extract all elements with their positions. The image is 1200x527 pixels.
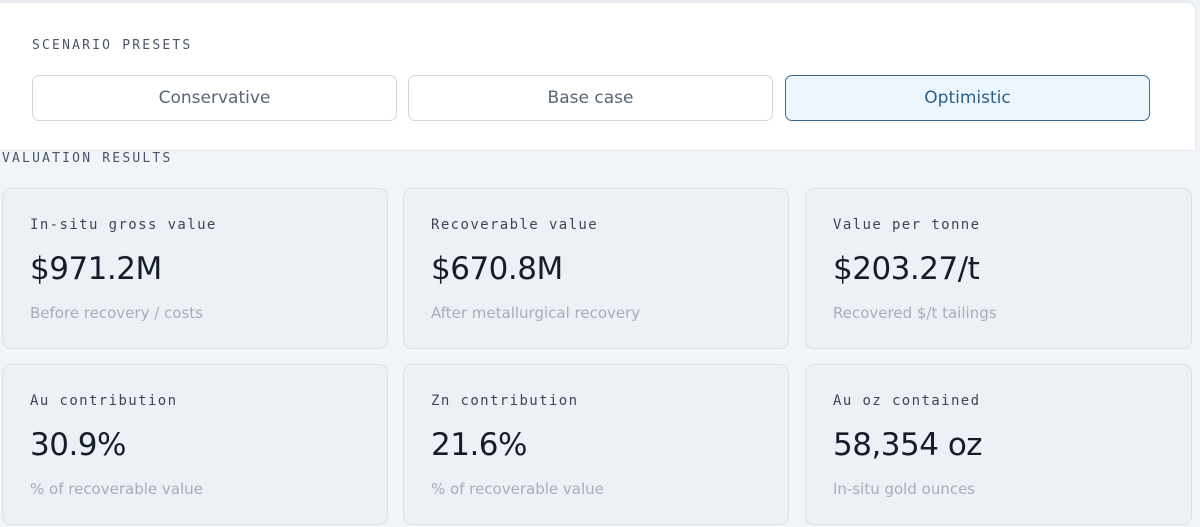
metric-value: 30.9% xyxy=(30,427,126,463)
metric-label: Recoverable value xyxy=(431,217,599,233)
metric-subtitle: % of recoverable value xyxy=(431,480,604,498)
metric-value: 58,354 oz xyxy=(833,427,983,463)
metric-value: $670.8M xyxy=(431,251,563,287)
metric-card-au-contribution: Au contribution 30.9% % of recoverable v… xyxy=(2,364,388,525)
metric-card-au-oz-contained: Au oz contained 58,354 oz In-situ gold o… xyxy=(805,364,1192,525)
metric-value: $971.2M xyxy=(30,251,162,287)
metric-label: Value per tonne xyxy=(833,217,981,233)
metric-subtitle: After metallurgical recovery xyxy=(431,304,641,322)
metric-subtitle: In-situ gold ounces xyxy=(833,480,976,498)
metric-label: Au oz contained xyxy=(833,393,981,409)
metric-subtitle: Recovered $/t tailings xyxy=(833,304,997,322)
metric-label: Au contribution xyxy=(30,393,178,409)
metric-subtitle: Before recovery / costs xyxy=(30,304,203,322)
metric-label: In-situ gross value xyxy=(30,217,217,233)
metric-card-in-situ-gross-value: In-situ gross value $971.2M Before recov… xyxy=(2,188,388,349)
preset-base-case-button[interactable]: Base case xyxy=(408,75,773,121)
metric-subtitle: % of recoverable value xyxy=(30,480,203,498)
metric-value: $203.27/t xyxy=(833,251,980,287)
scenario-presets-title: SCENARIO PRESETS xyxy=(32,38,193,53)
metric-card-zn-contribution: Zn contribution 21.6% % of recoverable v… xyxy=(403,364,789,525)
preset-optimistic-button[interactable]: Optimistic xyxy=(785,75,1150,121)
preset-conservative-button[interactable]: Conservative xyxy=(32,75,397,121)
metric-card-value-per-tonne: Value per tonne $203.27/t Recovered $/t … xyxy=(805,188,1192,349)
metric-label: Zn contribution xyxy=(431,393,579,409)
metric-card-recoverable-value: Recoverable value $670.8M After metallur… xyxy=(403,188,789,349)
metric-value: 21.6% xyxy=(431,427,527,463)
valuation-results-title: VALUATION RESULTS xyxy=(2,151,173,166)
